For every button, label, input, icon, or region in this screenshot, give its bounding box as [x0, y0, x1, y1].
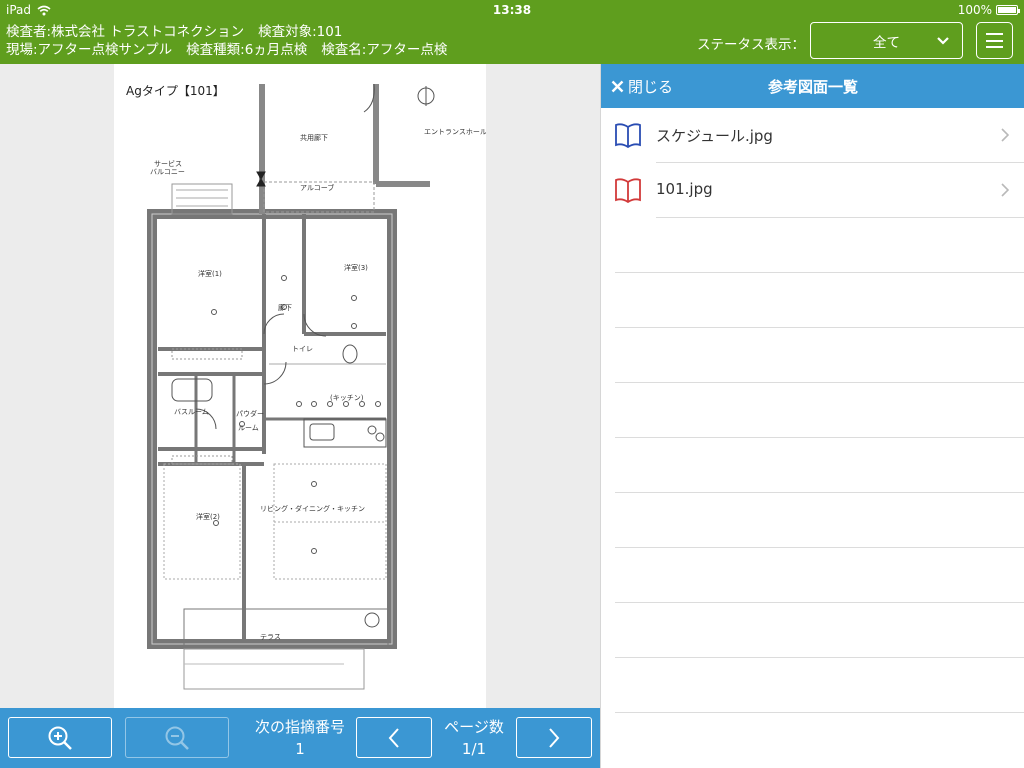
empty-row-divider	[615, 657, 1024, 658]
page-count-indicator: ページ数 1/1	[436, 717, 512, 759]
svg-text:テラス: テラス	[260, 633, 281, 641]
bottom-toolbar: 次の指摘番号 1 ページ数 1/1	[0, 708, 600, 768]
drawing-viewer[interactable]: Agタイプ【101】 共用廊下 エントランスホール サービス バルコニー アルコ…	[0, 64, 600, 708]
svg-text:廊下: 廊下	[278, 303, 292, 312]
file-name: スケジュール.jpg	[656, 127, 773, 145]
app-header: iPad 13:38 100% 検査者:株式会社 トラストコネクション 検査対象:…	[0, 0, 1024, 64]
list-divider	[656, 217, 1024, 218]
chevron-right-icon	[1001, 128, 1009, 142]
next-issue-indicator: 次の指摘番号 1	[240, 717, 360, 759]
chevron-right-icon	[549, 727, 560, 748]
status-bar: iPad 13:38 100%	[0, 0, 1024, 20]
file-name: 101.jpg	[656, 180, 713, 198]
next-issue-label: 次の指摘番号	[254, 718, 345, 736]
inspector: 検査者:株式会社 トラストコネクション	[6, 24, 245, 40]
chevron-right-icon	[1001, 183, 1009, 197]
svg-text:アルコーブ: アルコーブ	[300, 183, 334, 192]
svg-text:共用廊下: 共用廊下	[300, 133, 328, 142]
svg-text:バルコニー: バルコニー	[150, 168, 185, 176]
battery-percent: 100%	[957, 3, 992, 17]
status-filter-value: 全て	[873, 34, 900, 51]
floor-plan-drawing: 共用廊下 エントランスホール サービス バルコニー アルコーブ 洋室(1) 洋室…	[147, 83, 486, 690]
panel-header: 閉じる 参考図面一覧	[601, 64, 1024, 108]
zoom-in-button[interactable]	[8, 717, 112, 758]
book-icon	[615, 178, 641, 203]
battery-icon	[996, 5, 1020, 15]
reference-drawings-panel: 閉じる 参考図面一覧 スケジュール.jpg 101.jpg	[600, 64, 1024, 768]
svg-text:洋室(3): 洋室(3)	[344, 263, 368, 272]
book-icon	[615, 123, 641, 148]
status-filter-label: ステータス表示：	[697, 37, 805, 53]
empty-row-divider	[615, 382, 1024, 383]
status-filter-dropdown[interactable]: 全て	[810, 22, 963, 59]
site-name: 現場:アフター点検サンプル	[6, 42, 173, 58]
hamburger-icon-bar	[986, 39, 1003, 42]
empty-row-divider	[615, 602, 1024, 603]
chevron-down-icon	[937, 37, 949, 45]
zoom-out-icon	[165, 726, 189, 750]
list-item-schedule[interactable]: スケジュール.jpg	[601, 108, 1024, 163]
empty-row-divider	[615, 712, 1024, 713]
hamburger-icon	[986, 33, 1003, 35]
svg-text:エントランスホール: エントランスホール	[424, 128, 486, 136]
next-page-button[interactable]	[516, 717, 592, 758]
menu-button[interactable]	[976, 22, 1013, 59]
zoom-in-icon	[48, 726, 72, 750]
inspection-info: 検査者:株式会社 トラストコネクション 検査対象:101 現場:アフター点検サンプ…	[6, 23, 461, 59]
svg-text:サービス: サービス	[154, 159, 182, 168]
floor-plan-sheet[interactable]: Agタイプ【101】 共用廊下 エントランスホール サービス バルコニー アルコ…	[114, 64, 486, 708]
svg-text:ルーム: ルーム	[238, 424, 259, 432]
empty-row-divider	[615, 272, 1024, 273]
inspection-target: 検査対象:101	[258, 24, 343, 40]
zoom-out-button[interactable]	[125, 717, 229, 758]
page-count-label: ページ数	[444, 718, 504, 736]
svg-text:洋室(1): 洋室(1)	[198, 269, 222, 278]
previous-page-button[interactable]	[356, 717, 432, 758]
hamburger-icon-bar	[986, 46, 1003, 48]
list-item-101[interactable]: 101.jpg	[601, 163, 1024, 218]
page-count-value: 1/1	[461, 740, 487, 758]
svg-text:(キッチン): (キッチン)	[330, 394, 364, 402]
svg-text:トイレ: トイレ	[292, 345, 313, 353]
svg-text:パウダー: パウダー	[236, 409, 264, 418]
inspection-name: 検査名:アフター点検	[321, 42, 448, 58]
empty-row-divider	[615, 437, 1024, 438]
next-issue-number: 1	[295, 740, 305, 758]
panel-title: 参考図面一覧	[767, 78, 858, 96]
svg-text:バスルーム: バスルーム	[174, 408, 209, 416]
empty-row-divider	[615, 547, 1024, 548]
svg-text:洋室(2): 洋室(2)	[196, 512, 220, 521]
chevron-left-icon	[388, 727, 399, 748]
svg-text:リビング・ダイニング・キッチン: リビング・ダイニング・キッチン	[260, 504, 365, 513]
inspection-type: 検査種類:6ヵ月点検	[186, 42, 308, 58]
empty-row-divider	[615, 327, 1024, 328]
empty-row-divider	[615, 492, 1024, 493]
clock: 13:38	[492, 3, 532, 17]
